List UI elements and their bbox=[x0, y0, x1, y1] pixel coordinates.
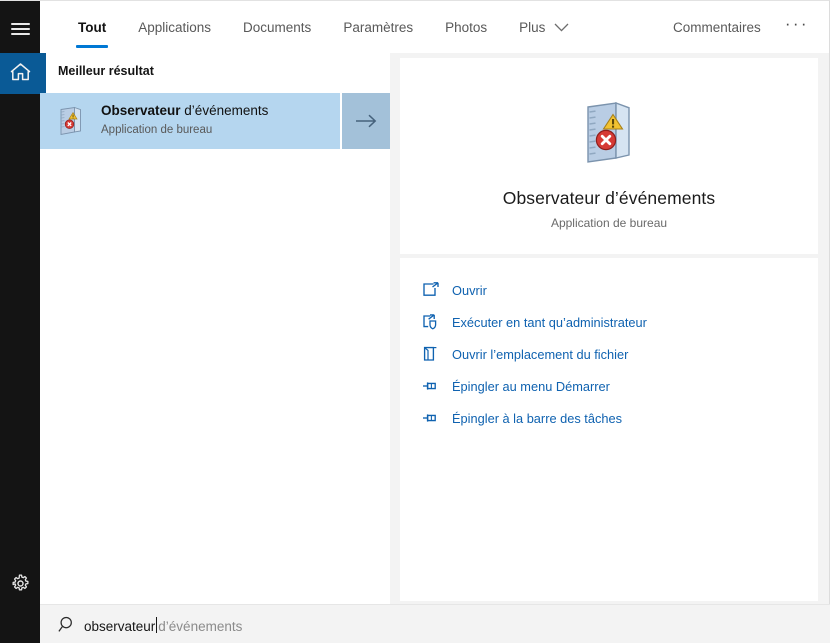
tab-label: Tout bbox=[78, 19, 107, 35]
preview-header-card: Observateur d’événements Application de … bbox=[400, 58, 818, 254]
hamburger-icon bbox=[10, 20, 30, 38]
action-open-file-location[interactable]: Ouvrir l’emplacement du fichier bbox=[400, 338, 818, 370]
pin-icon bbox=[422, 378, 452, 394]
preview-actions-card: Ouvrir Exécuter en tant qu’administrateu… bbox=[400, 258, 818, 601]
gear-icon bbox=[11, 574, 30, 598]
search-filter-tabbar: Tout Applications Documents Paramètres P… bbox=[40, 1, 829, 53]
arrow-right-icon bbox=[355, 114, 378, 128]
tab-label: Documents bbox=[243, 19, 312, 35]
best-match-expand-button[interactable] bbox=[340, 93, 390, 149]
action-label: Épingler à la barre des tâches bbox=[452, 410, 623, 426]
text-caret bbox=[156, 616, 158, 633]
best-match-title: Observateur d’événements bbox=[101, 103, 268, 118]
results-pane: Meilleur résultat Observateur d’événemen… bbox=[40, 53, 390, 605]
tab-list: Tout Applications Documents Paramètres P… bbox=[62, 1, 585, 53]
search-icon bbox=[58, 615, 84, 634]
tab-more[interactable]: Plus bbox=[503, 1, 585, 53]
search-bar[interactable]: observateur d’événements bbox=[40, 604, 830, 643]
event-viewer-icon bbox=[58, 106, 84, 136]
tab-all[interactable]: Tout bbox=[62, 1, 122, 53]
pin-icon bbox=[422, 410, 452, 426]
shield-run-as-admin-icon bbox=[422, 314, 452, 330]
tab-label: Paramètres bbox=[343, 19, 414, 35]
action-pin-to-taskbar[interactable]: Épingler à la barre des tâches bbox=[400, 402, 818, 434]
navigation-rail bbox=[0, 1, 40, 643]
sidebar-item-home[interactable] bbox=[0, 53, 40, 94]
tab-label: Plus bbox=[519, 19, 546, 35]
action-open[interactable]: Ouvrir bbox=[400, 274, 818, 306]
folder-location-icon bbox=[422, 346, 452, 362]
results-accent-bar bbox=[40, 53, 46, 93]
action-label: Ouvrir bbox=[452, 282, 487, 298]
best-match-title-match: Observateur bbox=[101, 103, 181, 119]
action-label: Épingler au menu Démarrer bbox=[452, 378, 610, 394]
chevron-down-icon bbox=[554, 20, 569, 35]
search-typed-value: observateur bbox=[84, 618, 156, 634]
sidebar-item-settings[interactable] bbox=[0, 566, 40, 606]
windows-search-window: Tout Applications Documents Paramètres P… bbox=[0, 0, 830, 643]
section-header-best-match: Meilleur résultat bbox=[58, 64, 154, 78]
tab-settings[interactable]: Paramètres bbox=[327, 1, 429, 53]
best-match-title-rest: d’événements bbox=[180, 103, 269, 119]
search-input[interactable]: observateur d’événements bbox=[84, 615, 242, 634]
best-match-subtitle: Application de bureau bbox=[101, 124, 213, 137]
feedback-button[interactable]: Commentaires bbox=[659, 20, 775, 35]
preview-app-title: Observateur d’événements bbox=[502, 188, 716, 208]
home-icon bbox=[10, 62, 31, 86]
tab-photos[interactable]: Photos bbox=[429, 1, 503, 53]
tabbar-right-actions: Commentaires ··· bbox=[659, 1, 819, 53]
more-options-icon[interactable]: ··· bbox=[775, 14, 819, 40]
hamburger-menu-button[interactable] bbox=[0, 9, 40, 49]
best-match-text: Observateur d’événements Application de … bbox=[101, 102, 340, 139]
tab-label: Applications bbox=[138, 19, 212, 35]
tab-apps[interactable]: Applications bbox=[122, 1, 227, 53]
preview-app-subtitle: Application de bureau bbox=[550, 216, 668, 230]
tab-documents[interactable]: Documents bbox=[227, 1, 327, 53]
action-label: Exécuter en tant qu’administrateur bbox=[452, 314, 647, 330]
best-match-result-row[interactable]: Observateur d’événements Application de … bbox=[40, 93, 390, 149]
search-inline-suggestion: d’événements bbox=[158, 618, 243, 634]
open-external-icon bbox=[422, 282, 452, 298]
action-run-as-administrator[interactable]: Exécuter en tant qu’administrateur bbox=[400, 306, 818, 338]
action-pin-to-start[interactable]: Épingler au menu Démarrer bbox=[400, 370, 818, 402]
event-viewer-icon bbox=[581, 100, 637, 166]
best-match-open-target[interactable]: Observateur d’événements Application de … bbox=[40, 93, 340, 149]
action-label: Ouvrir l’emplacement du fichier bbox=[452, 346, 629, 362]
tab-label: Photos bbox=[445, 19, 488, 35]
